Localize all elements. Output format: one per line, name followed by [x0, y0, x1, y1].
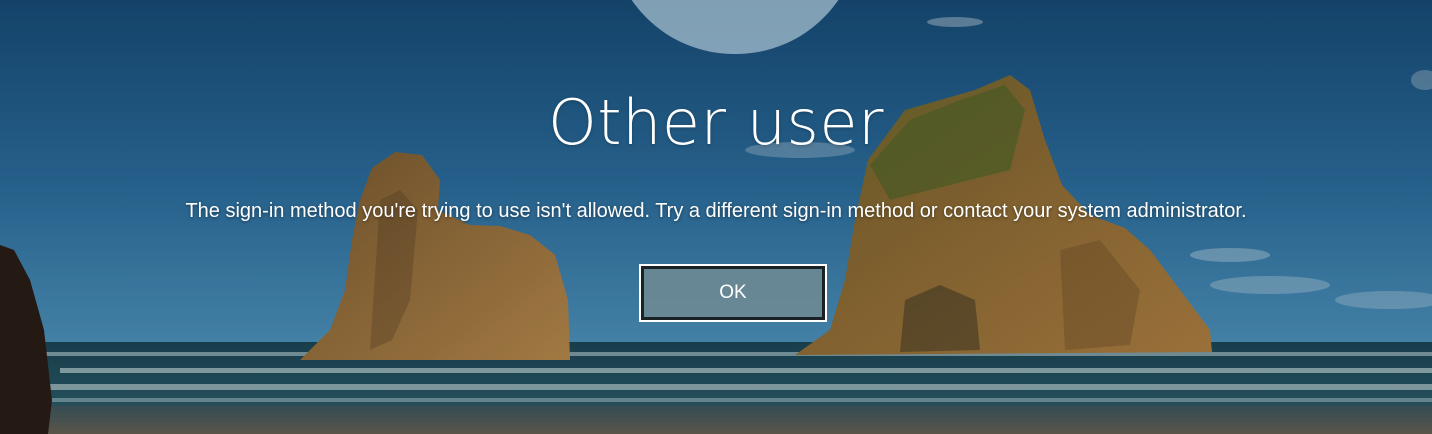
user-avatar — [610, 0, 860, 54]
ok-button[interactable]: OK — [639, 264, 827, 322]
error-message: The sign-in method you're trying to use … — [185, 200, 1247, 222]
user-name-title: Other user — [548, 86, 884, 159]
sign-in-panel: Other user The sign-in method you're try… — [0, 0, 1432, 434]
